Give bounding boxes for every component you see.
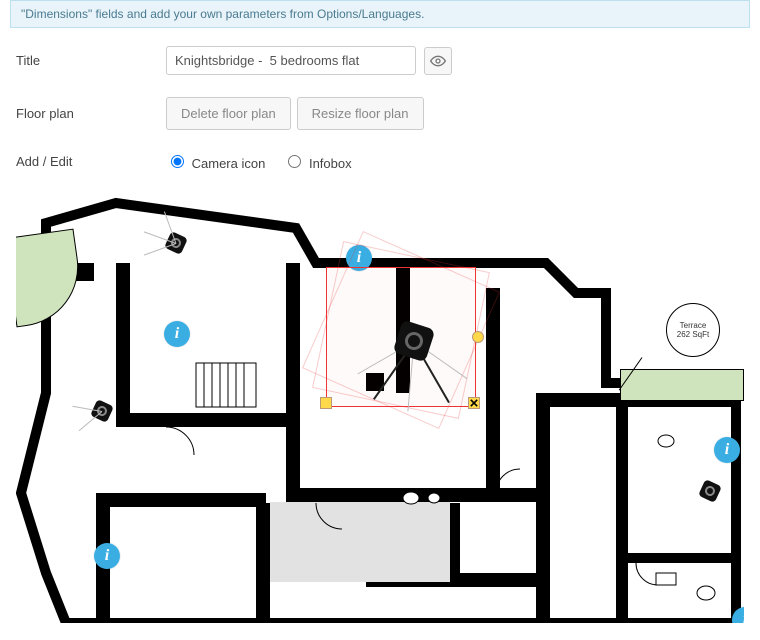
close-icon: [470, 399, 478, 407]
preview-button[interactable]: [424, 47, 452, 75]
title-input[interactable]: [166, 46, 416, 75]
row-addedit: Add / Edit Camera icon Infobox: [16, 152, 744, 171]
resize-floorplan-button[interactable]: Resize floor plan: [297, 97, 424, 130]
floorplan-canvas[interactable]: Terrace 262 SqFt i i i i i: [16, 193, 744, 623]
info-bubble[interactable]: i: [346, 245, 372, 271]
rotate-handle[interactable]: [472, 331, 484, 343]
info-bubble[interactable]: i: [94, 543, 120, 569]
title-label: Title: [16, 53, 166, 68]
addedit-label: Add / Edit: [16, 154, 166, 169]
radio-infobox-label[interactable]: Infobox: [283, 152, 351, 171]
floorplan-label: Floor plan: [16, 106, 166, 121]
terrace-label-line2: 262 SqFt: [677, 330, 709, 339]
radio-camera-label[interactable]: Camera icon: [166, 152, 265, 171]
resize-handle[interactable]: [320, 397, 332, 409]
info-icon: i: [357, 249, 361, 267]
terrace-label-line1: Terrace: [680, 321, 707, 330]
info-banner: "Dimensions" fields and add your own par…: [10, 0, 750, 28]
info-banner-text: "Dimensions" fields and add your own par…: [21, 7, 424, 21]
floorplan-drawing: [16, 193, 744, 623]
info-icon: i: [175, 325, 179, 343]
info-bubble[interactable]: i: [714, 437, 740, 463]
garden-patch-right: [620, 369, 744, 401]
radio-camera-text: Camera icon: [192, 156, 266, 171]
delete-handle[interactable]: [468, 397, 480, 409]
terrace-callout: Terrace 262 SqFt: [666, 303, 720, 357]
row-title: Title: [16, 46, 744, 75]
row-floorplan: Floor plan Delete floor plan Resize floo…: [16, 97, 744, 130]
radio-camera[interactable]: [171, 155, 184, 168]
delete-floorplan-button[interactable]: Delete floor plan: [166, 97, 291, 130]
eye-icon: [430, 53, 446, 69]
radio-infobox[interactable]: [288, 155, 301, 168]
info-icon: i: [105, 547, 109, 565]
form-area: Title Floor plan Delete floor plan Resiz…: [0, 46, 760, 171]
info-icon: i: [725, 441, 729, 459]
radio-infobox-text: Infobox: [309, 156, 352, 171]
info-icon: i: [743, 611, 744, 623]
info-bubble[interactable]: i: [164, 321, 190, 347]
